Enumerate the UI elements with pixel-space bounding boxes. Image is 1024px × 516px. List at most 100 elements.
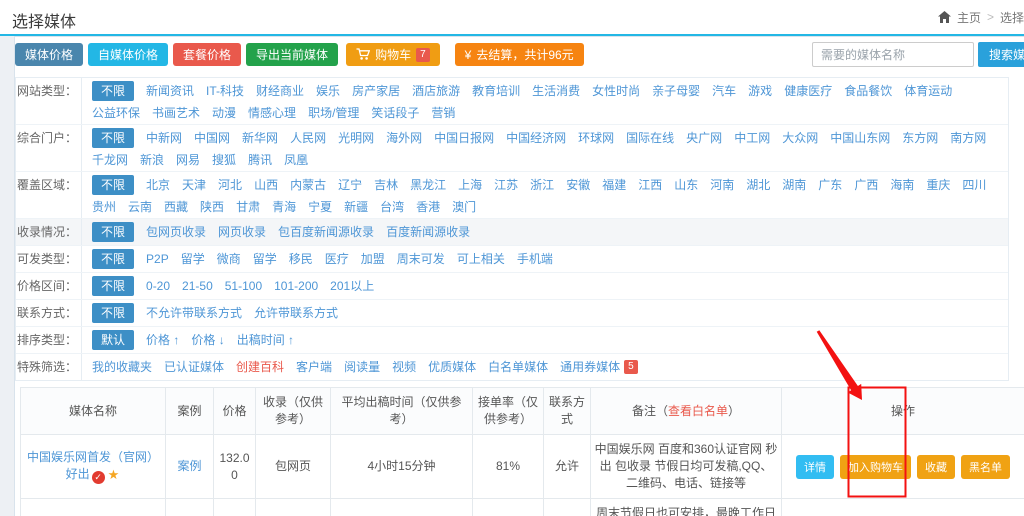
filter-option[interactable]: 加盟 (361, 251, 385, 267)
filter-option[interactable]: 价格 ↓ (191, 332, 224, 348)
filter-option[interactable]: 百度新闻源收录 (386, 224, 470, 240)
filter-option[interactable]: 环球网 (578, 130, 614, 146)
filter-option[interactable]: 青海 (272, 199, 296, 215)
filter-option[interactable]: 海外网 (386, 130, 422, 146)
filter-option[interactable]: 体育运动 (904, 83, 952, 99)
filter-option[interactable]: 阅读量 (344, 359, 380, 375)
filter-option[interactable]: 食品餐饮 (844, 83, 892, 99)
filter-option[interactable]: 包网页收录 (146, 224, 206, 240)
filter-option[interactable]: 新华网 (242, 130, 278, 146)
filter-option[interactable]: 江西 (638, 177, 662, 193)
filter-option[interactable]: 天津 (182, 177, 206, 193)
checkout-button[interactable]: ¥ 去结算，共计96元 (455, 43, 584, 66)
filter-option[interactable]: 台湾 (380, 199, 404, 215)
filter-chip-selected[interactable]: 不限 (92, 175, 134, 195)
filter-option[interactable]: 凤凰 (284, 152, 308, 168)
filter-option[interactable]: 医疗 (325, 251, 349, 267)
filter-option[interactable]: 甘肃 (236, 199, 260, 215)
filter-option[interactable]: 香港 (416, 199, 440, 215)
filter-option[interactable]: 重庆 (926, 177, 950, 193)
filter-option[interactable]: 新疆 (344, 199, 368, 215)
filter-option[interactable]: 汽车 (712, 83, 736, 99)
filter-option[interactable]: 中国经济网 (506, 130, 566, 146)
filter-option[interactable]: 中国日报网 (434, 130, 494, 146)
search-button[interactable]: 搜索媒体 (978, 42, 1024, 67)
filter-option[interactable]: 浙江 (530, 177, 554, 193)
filter-option[interactable]: 上海 (458, 177, 482, 193)
filter-option[interactable]: 允许带联系方式 (254, 305, 338, 321)
filter-option[interactable]: P2P (146, 251, 169, 267)
whitelist-link[interactable]: 查看白名单 (668, 404, 728, 418)
filter-option[interactable]: 酒店旅游 (412, 83, 460, 99)
filter-option[interactable]: 澳门 (452, 199, 476, 215)
filter-option[interactable]: 央广网 (686, 130, 722, 146)
filter-option[interactable]: 南方网 (950, 130, 986, 146)
filter-option[interactable]: 湖北 (746, 177, 770, 193)
filter-option[interactable]: 东方网 (902, 130, 938, 146)
filter-option[interactable]: 中新网 (146, 130, 182, 146)
export-current-media-button[interactable]: 导出当前媒体 (246, 43, 338, 66)
filter-option[interactable]: 生活消费 (532, 83, 580, 99)
media-price-button[interactable]: 媒体价格 (15, 43, 83, 66)
filter-option[interactable]: 新浪 (140, 152, 164, 168)
filter-option[interactable]: 优质媒体 (428, 359, 476, 375)
filter-option[interactable]: 包百度新闻源收录 (278, 224, 374, 240)
filter-option[interactable]: 情感心理 (248, 105, 296, 121)
filter-option[interactable]: 书画艺术 (152, 105, 200, 121)
filter-option[interactable]: 黑龙江 (410, 177, 446, 193)
filter-chip-selected[interactable]: 不限 (92, 128, 134, 148)
package-price-button[interactable]: 套餐价格 (173, 43, 241, 66)
filter-option[interactable]: 微商 (217, 251, 241, 267)
cart-button[interactable]: 购物车7 (346, 43, 440, 66)
filter-option[interactable]: 已认证媒体 (164, 359, 224, 375)
case-link[interactable]: 案例 (177, 459, 201, 473)
filter-option[interactable]: 客户端 (296, 359, 332, 375)
filter-chip-selected[interactable]: 默认 (92, 330, 134, 350)
favorite-button[interactable]: 收藏 (917, 455, 955, 479)
filter-option[interactable]: 201以上 (330, 278, 374, 294)
filter-option[interactable]: 营销 (431, 105, 455, 121)
filter-option[interactable]: 人民网 (290, 130, 326, 146)
filter-option[interactable]: 广东 (818, 177, 842, 193)
filter-option[interactable]: 动漫 (212, 105, 236, 121)
filter-chip-selected[interactable]: 不限 (92, 303, 134, 323)
filter-option[interactable]: 辽宁 (338, 177, 362, 193)
filter-option[interactable]: 亲子母婴 (652, 83, 700, 99)
filter-option[interactable]: 海南 (890, 177, 914, 193)
filter-option[interactable]: 移民 (289, 251, 313, 267)
filter-option[interactable]: 不允许带联系方式 (146, 305, 242, 321)
filter-option[interactable]: 北京 (146, 177, 170, 193)
filter-option[interactable]: 白名单媒体 (488, 359, 548, 375)
filter-option[interactable]: 新闻资讯 (146, 83, 194, 99)
filter-option[interactable]: 江苏 (494, 177, 518, 193)
filter-option[interactable]: 中工网 (734, 130, 770, 146)
filter-option[interactable]: 宁夏 (308, 199, 332, 215)
filter-option[interactable]: 吉林 (374, 177, 398, 193)
filter-option[interactable]: 创建百科 (236, 359, 284, 375)
filter-option[interactable]: 福建 (602, 177, 626, 193)
filter-option[interactable]: 中国网 (194, 130, 230, 146)
add-to-cart-button[interactable]: 加入购物车 (840, 455, 911, 479)
blacklist-button[interactable]: 黑名单 (961, 455, 1010, 479)
filter-option[interactable]: 山东 (674, 177, 698, 193)
filter-option[interactable]: 职场/管理 (308, 105, 359, 121)
breadcrumb-home[interactable]: 主页 (957, 9, 981, 26)
filter-option[interactable]: 千龙网 (92, 152, 128, 168)
filter-option[interactable]: 搜狐 (212, 152, 236, 168)
filter-option[interactable]: 留学 (181, 251, 205, 267)
filter-option[interactable]: 河南 (710, 177, 734, 193)
filter-option[interactable]: 云南 (128, 199, 152, 215)
filter-option[interactable]: 手机端 (517, 251, 553, 267)
filter-option[interactable]: 游戏 (748, 83, 772, 99)
filter-option[interactable]: 湖南 (782, 177, 806, 193)
filter-option[interactable]: 贵州 (92, 199, 116, 215)
filter-option[interactable]: 笑话段子 (371, 105, 419, 121)
filter-option[interactable]: 网页收录 (218, 224, 266, 240)
filter-option[interactable]: 留学 (253, 251, 277, 267)
filter-option[interactable]: 中国山东网 (830, 130, 890, 146)
filter-option[interactable]: 周末可发 (397, 251, 445, 267)
search-input[interactable] (812, 42, 974, 67)
detail-button[interactable]: 详情 (796, 455, 834, 479)
filter-option[interactable]: 财经商业 (256, 83, 304, 99)
filter-option[interactable]: 腾讯 (248, 152, 272, 168)
